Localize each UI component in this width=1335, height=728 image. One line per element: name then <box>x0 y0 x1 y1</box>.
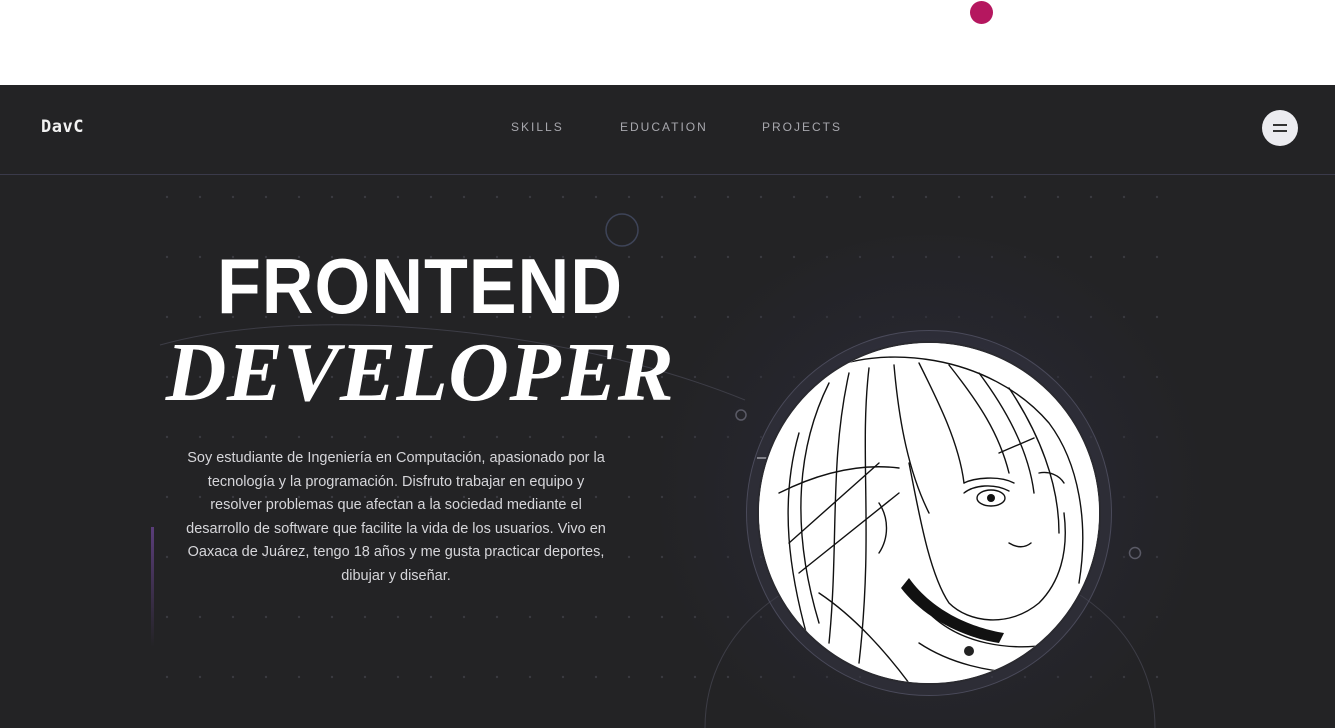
nav-item-projects[interactable]: PROJECTS <box>762 120 842 134</box>
nav-item-skills[interactable]: SKILLS <box>511 120 564 134</box>
hero-bio: Soy estudiante de Ingeniería en Computac… <box>166 447 626 588</box>
navbar: DavC SKILLS EDUCATION PROJECTS <box>0 85 1335 175</box>
hamburger-menu-icon <box>1273 124 1287 126</box>
hero-title-line-2: DEVELOPER <box>165 326 675 419</box>
nav-links: SKILLS EDUCATION PROJECTS <box>0 120 1335 140</box>
accent-bar <box>151 527 154 647</box>
bio-line: dibujar y diseñar. <box>341 567 451 584</box>
hero-section: FRONTEND DEVELOPER Soy estudiante de Ing… <box>0 175 1335 728</box>
bio-line: desarrollo de software que facilite la v… <box>186 520 606 537</box>
bio-line: Oaxaca de Juárez, tengo 18 años y me gus… <box>187 544 605 560</box>
avatar <box>757 341 1101 685</box>
hamburger-menu-icon-bar <box>1273 130 1287 132</box>
bio-line: tecnología y la programación. Disfruto t… <box>207 473 585 490</box>
nav-item-education[interactable]: EDUCATION <box>620 120 708 134</box>
menu-button[interactable] <box>1262 110 1298 146</box>
portfolio-site: DavC SKILLS EDUCATION PROJECTS FRONTEND … <box>0 85 1335 728</box>
anime-sketch-portrait-icon <box>759 343 1099 683</box>
bio-line: resolver problemas que afectan a la soci… <box>210 497 582 513</box>
bio-line: Soy estudiante de Ingeniería en Computac… <box>187 450 605 466</box>
cursor-dot <box>970 1 993 24</box>
browser-top-strip <box>0 0 1335 85</box>
hero-title-line-1: FRONTEND <box>216 242 624 330</box>
